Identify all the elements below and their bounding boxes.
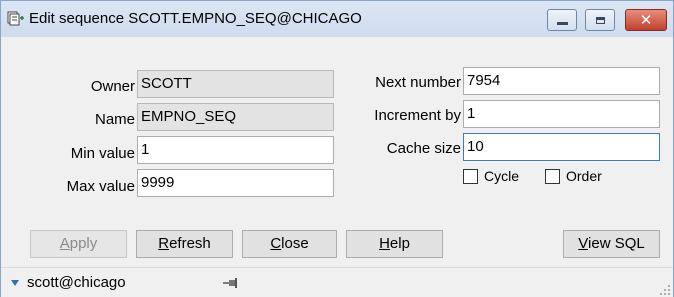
help-label: elp (389, 235, 410, 252)
cache-size-label: Cache size (386, 140, 461, 157)
order-checkbox[interactable] (545, 168, 560, 184)
next-number-field[interactable]: 7954 (463, 67, 660, 95)
refresh-label: efresh (169, 235, 211, 252)
cache-size-field[interactable]: 10 (463, 133, 660, 161)
refresh-hotkey: R (158, 235, 170, 252)
minimize-button[interactable] (547, 9, 577, 31)
name-field: EMPNO_SEQ (137, 103, 334, 131)
apply-label: pply (69, 235, 98, 252)
next-number-label: Next number (375, 74, 461, 91)
owner-label: Owner (90, 78, 135, 95)
owner-field: SCOTT (137, 70, 334, 98)
cycle-checkbox-row[interactable]: Cycle (463, 168, 519, 184)
min-value-field[interactable]: 1 (137, 136, 334, 164)
status-bar: scott@chicago (1, 267, 673, 297)
resize-grip-icon[interactable] (659, 284, 671, 296)
min-value-label: Min value (70, 145, 135, 162)
connection-status[interactable]: scott@chicago (27, 274, 126, 291)
order-label: Order (566, 168, 602, 184)
connection-dropdown-arrow-icon[interactable] (11, 280, 19, 286)
help-hotkey: H (379, 235, 390, 252)
sequence-icon (7, 11, 24, 26)
max-value-label: Max value (66, 178, 135, 195)
pin-icon[interactable] (223, 277, 239, 289)
maximize-button[interactable] (585, 9, 615, 31)
title-bar[interactable]: Edit sequence SCOTT.EMPNO_SEQ@CHICAGO ✕ (1, 1, 673, 37)
edit-sequence-window: Edit sequence SCOTT.EMPNO_SEQ@CHICAGO ✕ … (0, 0, 674, 297)
help-button[interactable]: Help (346, 230, 443, 258)
view-sql-hotkey: V (578, 235, 589, 252)
cycle-label: Cycle (484, 168, 520, 184)
name-label: Name (94, 111, 135, 128)
close-label: lose (281, 235, 309, 252)
apply-button[interactable]: Apply (30, 230, 127, 258)
view-sql-label: iew SQL (588, 235, 645, 252)
view-sql-button[interactable]: View SQL (563, 230, 660, 258)
refresh-button[interactable]: Refresh (136, 230, 233, 258)
close-button[interactable]: Close (242, 230, 337, 258)
increment-by-label: Increment by (374, 107, 461, 124)
cycle-checkbox[interactable] (463, 168, 478, 184)
close-icon: ✕ (639, 11, 653, 29)
window-title: Edit sequence SCOTT.EMPNO_SEQ@CHICAGO (29, 10, 362, 27)
close-window-button[interactable]: ✕ (625, 9, 667, 31)
close-hotkey: C (270, 235, 282, 252)
maximize-icon (595, 16, 605, 24)
apply-hotkey: A (59, 235, 70, 252)
increment-by-field[interactable]: 1 (463, 100, 660, 128)
order-checkbox-row[interactable]: Order (545, 168, 602, 184)
max-value-field[interactable]: 9999 (137, 169, 334, 197)
minimize-icon (556, 21, 568, 25)
